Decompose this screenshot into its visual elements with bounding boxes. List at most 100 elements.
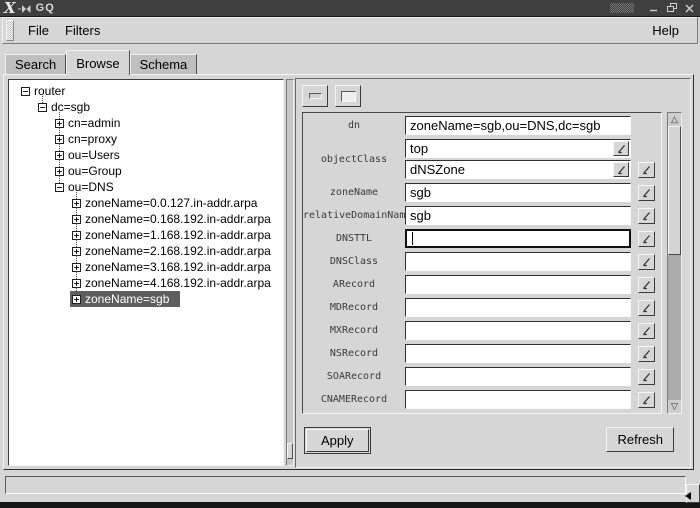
tree-item[interactable]: zoneName=4.168.192.in-addr.arpa (72, 275, 274, 291)
attribute-value-input[interactable]: zoneName=sgb,ou=DNS,dc=sgb (405, 116, 631, 135)
attribute-label: MXRecord (303, 325, 405, 336)
expand-expander-icon[interactable] (72, 247, 81, 256)
edit-value-icon (617, 144, 626, 154)
tree-item-label: zoneName=3.168.192.in-addr.arpa (85, 260, 271, 274)
edit-attribute-button[interactable] (638, 277, 655, 293)
edit-value-icon (642, 257, 651, 267)
minimize-button[interactable] (647, 2, 660, 14)
tree-item-label: zoneName=1.168.192.in-addr.arpa (85, 228, 271, 242)
tree-item[interactable]: zoneName=0.0.127.in-addr.arpa (72, 195, 260, 211)
browse-tab-content: routerdc=sgbcn=admincn=proxyou=Usersou=G… (3, 74, 694, 470)
splitter-handle[interactable] (287, 443, 293, 459)
restore-button[interactable] (665, 2, 678, 14)
edit-attribute-button[interactable] (638, 323, 655, 339)
attribute-value-input[interactable]: top (405, 139, 631, 158)
tree-item[interactable]: zoneName=sgb (70, 291, 180, 307)
tree-item[interactable]: router (21, 83, 68, 99)
paned-splitter[interactable] (286, 79, 294, 466)
collapse-expander-icon[interactable] (38, 103, 47, 112)
attribute-value-input[interactable] (405, 390, 631, 409)
expand-expander-icon[interactable] (72, 279, 81, 288)
collapse-expander-icon[interactable] (21, 87, 30, 96)
edit-attribute-button[interactable] (638, 254, 655, 270)
collapse-values-button[interactable] (302, 85, 328, 107)
menubar-grip-handle[interactable] (6, 20, 14, 41)
resize-grip[interactable] (686, 484, 700, 503)
tree-item[interactable]: zoneName=2.168.192.in-addr.arpa (72, 243, 274, 259)
menu-filters[interactable]: Filters (57, 20, 108, 41)
tree-item[interactable]: zoneName=3.168.192.in-addr.arpa (72, 259, 274, 275)
expand-expander-icon[interactable] (72, 199, 81, 208)
attribute-row: SOARecord (303, 367, 661, 386)
scroll-down-icon[interactable]: ▽ (668, 400, 681, 413)
attribute-value-input[interactable]: dNSZone (405, 160, 631, 179)
attribute-row: zoneNamesgb (303, 183, 661, 202)
tree-item-label: dc=sgb (51, 100, 90, 114)
edit-attribute-button[interactable] (638, 300, 655, 316)
attribute-value-input[interactable]: sgb (405, 183, 631, 202)
attribute-label: DNSClass (303, 256, 405, 267)
collapse-expander-icon[interactable] (55, 183, 64, 192)
attribute-row: dnzoneName=sgb,ou=DNS,dc=sgb (303, 116, 661, 135)
attribute-value-input[interactable] (405, 229, 631, 248)
tree-item[interactable]: ou=DNS (55, 179, 117, 195)
edit-attribute-button[interactable] (638, 346, 655, 362)
expand-expander-icon[interactable] (55, 135, 64, 144)
edit-value-icon (642, 280, 651, 290)
edit-attribute-button[interactable] (613, 141, 629, 156)
edit-attribute-button[interactable] (638, 392, 655, 408)
edit-attribute-button[interactable] (638, 185, 655, 201)
tree-item[interactable]: ou=Users (55, 147, 123, 163)
expand-expander-icon[interactable] (72, 295, 81, 304)
edit-attribute-button[interactable] (638, 208, 655, 224)
expand-expander-icon[interactable] (55, 119, 64, 128)
expand-expander-icon[interactable] (72, 263, 81, 272)
attribute-value-input[interactable] (405, 298, 631, 317)
tree-item[interactable]: zoneName=0.168.192.in-addr.arpa (72, 211, 274, 227)
attribute-value-input[interactable] (405, 252, 631, 271)
attribute-value-input[interactable] (405, 321, 631, 340)
tab-search[interactable]: Search (5, 54, 66, 75)
titlebar[interactable]: X GQ (0, 0, 700, 17)
edit-value-icon (617, 165, 626, 175)
expand-values-button[interactable] (335, 85, 361, 107)
tree-item[interactable]: cn=admin (55, 115, 123, 131)
expand-expander-icon[interactable] (72, 231, 81, 240)
tab-schema[interactable]: Schema (130, 54, 198, 75)
attribute-form: dnzoneName=sgb,ou=DNS,dc=sgbobjectClasst… (302, 112, 662, 414)
scroll-up-icon[interactable]: △ (668, 113, 681, 126)
edit-attribute-button[interactable] (638, 162, 655, 178)
menu-help[interactable]: Help (644, 20, 687, 41)
attribute-label: CNAMERecord (303, 394, 405, 405)
expand-expander-icon[interactable] (55, 167, 64, 176)
attribute-value-input[interactable] (405, 367, 631, 386)
attribute-row: MDRecord (303, 298, 661, 317)
expand-expander-icon[interactable] (55, 151, 64, 160)
edit-attribute-button[interactable] (638, 231, 655, 247)
attribute-row: ARecord (303, 275, 661, 294)
apply-button[interactable]: Apply (306, 429, 369, 452)
close-button[interactable] (683, 2, 696, 14)
form-vertical-scrollbar[interactable]: △ ▽ (667, 112, 682, 414)
attribute-label: ARecord (303, 279, 405, 290)
scrollbar-thumb[interactable] (668, 126, 681, 255)
edit-attribute-button[interactable] (613, 162, 629, 177)
refresh-button[interactable]: Refresh (606, 427, 674, 452)
attribute-value-input[interactable]: sgb (405, 206, 631, 225)
scrollbar-trough[interactable] (668, 126, 681, 400)
attribute-value-input[interactable] (405, 344, 631, 363)
tab-browse[interactable]: Browse (66, 50, 129, 75)
horizontal-bar-icon (309, 93, 322, 99)
gq-application-window: X GQ File Filters Help (0, 0, 700, 508)
attribute-label: zoneName (303, 187, 405, 198)
attribute-value-input[interactable] (405, 275, 631, 294)
tree-item[interactable]: ou=Group (55, 163, 125, 179)
edit-attribute-button[interactable] (638, 369, 655, 385)
expand-expander-icon[interactable] (72, 215, 81, 224)
menu-file[interactable]: File (20, 20, 57, 41)
attribute-row-button-slot (631, 116, 661, 135)
tree-item[interactable]: zoneName=1.168.192.in-addr.arpa (72, 227, 274, 243)
directory-tree[interactable]: routerdc=sgbcn=admincn=proxyou=Usersou=G… (8, 79, 284, 466)
tree-item[interactable]: cn=proxy (55, 131, 120, 147)
tree-item[interactable]: dc=sgb (38, 99, 93, 115)
